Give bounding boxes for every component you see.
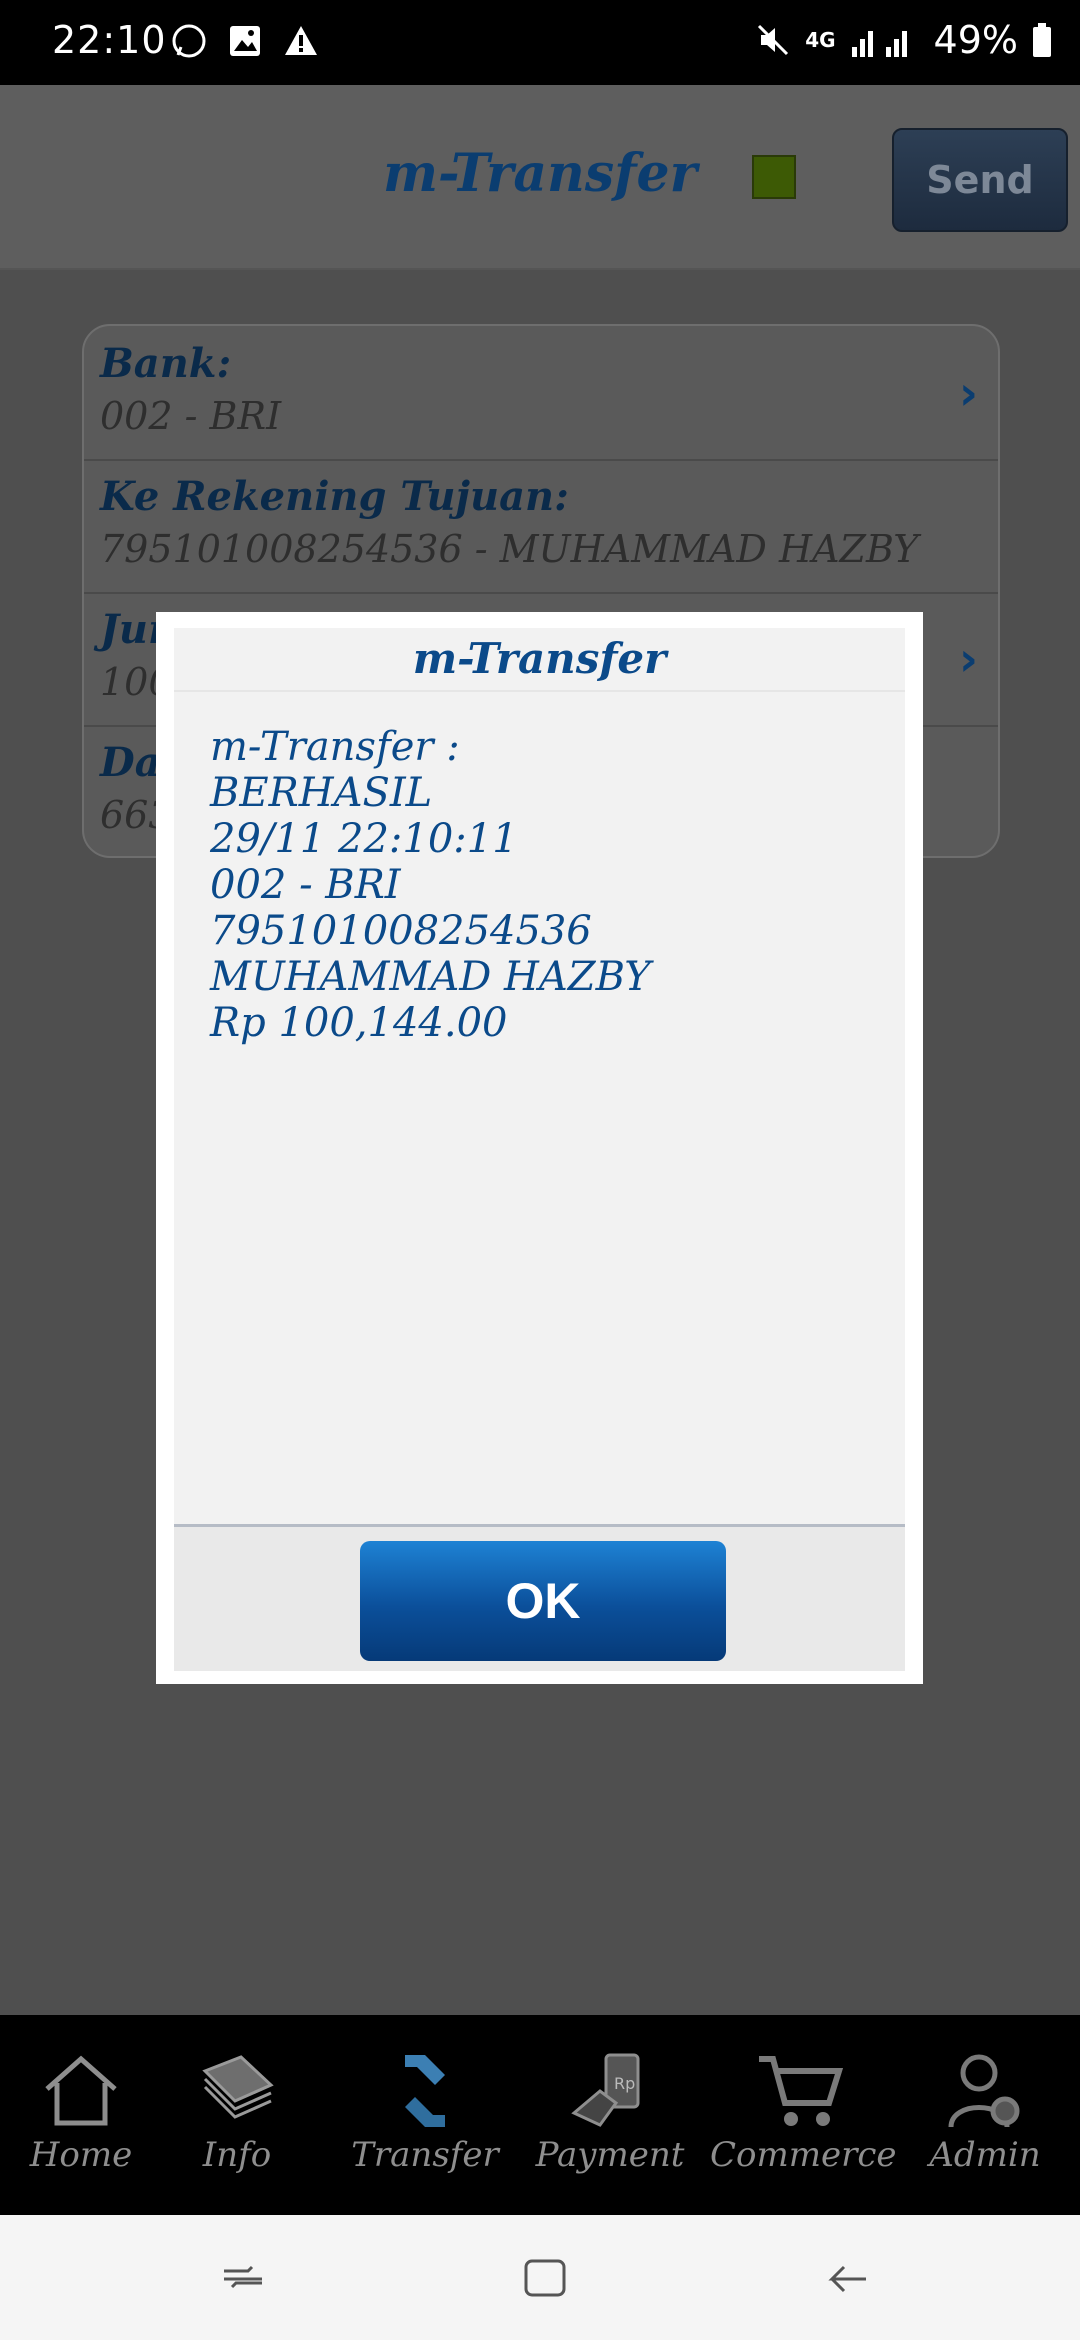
back-icon[interactable] bbox=[822, 2253, 872, 2303]
dialog-button-bar: OK bbox=[174, 1524, 905, 1671]
status-indicator bbox=[752, 155, 796, 199]
recent-apps-icon[interactable] bbox=[218, 2253, 268, 2303]
nav-item-payment[interactable]: Rp Payment bbox=[530, 2015, 690, 2215]
admin-icon bbox=[948, 2054, 1020, 2128]
bank-value: 002 - BRI bbox=[100, 394, 282, 438]
nav-label: Transfer bbox=[351, 2135, 499, 2175]
ok-button[interactable]: OK bbox=[360, 1541, 726, 1661]
payment-icon: Rp bbox=[571, 2053, 640, 2127]
status-bar: 22:10 4G 49% bbox=[0, 0, 1080, 85]
form-row-bank[interactable]: Bank: 002 - BRI › bbox=[84, 326, 998, 461]
message-line: BERHASIL bbox=[210, 770, 433, 816]
nav-item-commerce[interactable]: Commerce bbox=[710, 2015, 897, 2215]
whatsapp-icon bbox=[172, 24, 206, 58]
message-line: Rp 100,144.00 bbox=[210, 1000, 508, 1046]
notification-icons bbox=[170, 22, 320, 60]
nav-label: Home bbox=[29, 2135, 133, 2175]
nav-item-info[interactable]: Info bbox=[162, 2015, 312, 2215]
transfer-icon bbox=[405, 2055, 445, 2127]
home-icon bbox=[45, 2055, 117, 2126]
result-dialog: m-Transfer m-Transfer : BERHASIL 29/11 2… bbox=[156, 612, 923, 1684]
nav-label: Payment bbox=[535, 2135, 685, 2175]
message-line: MUHAMMAD HAZBY bbox=[210, 954, 651, 1000]
status-time: 22:10 bbox=[52, 18, 167, 62]
divider bbox=[174, 690, 905, 692]
system-nav-bar bbox=[0, 2215, 1080, 2340]
info-icon bbox=[202, 2055, 274, 2119]
dialog-title: m-Transfer bbox=[412, 634, 667, 683]
battery-percent: 49% bbox=[933, 18, 1018, 62]
dialog-body: m-Transfer m-Transfer : BERHASIL 29/11 2… bbox=[174, 628, 905, 1671]
nav-item-home[interactable]: Home bbox=[0, 2015, 162, 2215]
app-header: m-Transfer Send bbox=[0, 85, 1080, 270]
message-line: 29/11 22:10:11 bbox=[210, 816, 518, 862]
network-type: 4G bbox=[805, 28, 836, 52]
message-line: 795101008254536 bbox=[210, 908, 592, 954]
image-icon bbox=[230, 26, 260, 56]
bottom-nav: Home Info Transfer Rp Payment Commerce A… bbox=[0, 2015, 1080, 2215]
chevron-right-icon: › bbox=[959, 366, 978, 420]
nav-item-admin[interactable]: Admin bbox=[910, 2015, 1060, 2215]
account-label: Ke Rekening Tujuan: bbox=[100, 473, 569, 520]
bank-label: Bank: bbox=[100, 340, 232, 387]
chevron-right-icon: › bbox=[959, 632, 978, 686]
mute-icon bbox=[758, 24, 789, 56]
account-value: 795101008254536 - MUHAMMAD HAZBY bbox=[100, 527, 919, 571]
svg-text:Rp: Rp bbox=[614, 2074, 635, 2093]
nav-label: Info bbox=[202, 2135, 272, 2175]
home-button-icon[interactable] bbox=[520, 2253, 570, 2303]
dialog-message: m-Transfer : BERHASIL 29/11 22:10:11 002… bbox=[210, 724, 651, 1046]
form-row-account[interactable]: Ke Rekening Tujuan: 795101008254536 - MU… bbox=[84, 459, 998, 594]
signal-icon bbox=[851, 31, 907, 57]
message-line: m-Transfer : bbox=[210, 724, 460, 770]
nav-label: Admin bbox=[929, 2135, 1041, 2175]
nav-item-transfer[interactable]: Transfer bbox=[330, 2015, 520, 2215]
message-line: 002 - BRI bbox=[210, 862, 401, 908]
warning-icon bbox=[285, 26, 317, 55]
battery-icon bbox=[1033, 23, 1051, 57]
nav-label: Commerce bbox=[710, 2135, 897, 2175]
cart-icon bbox=[759, 2056, 844, 2126]
send-button[interactable]: Send bbox=[892, 128, 1068, 232]
